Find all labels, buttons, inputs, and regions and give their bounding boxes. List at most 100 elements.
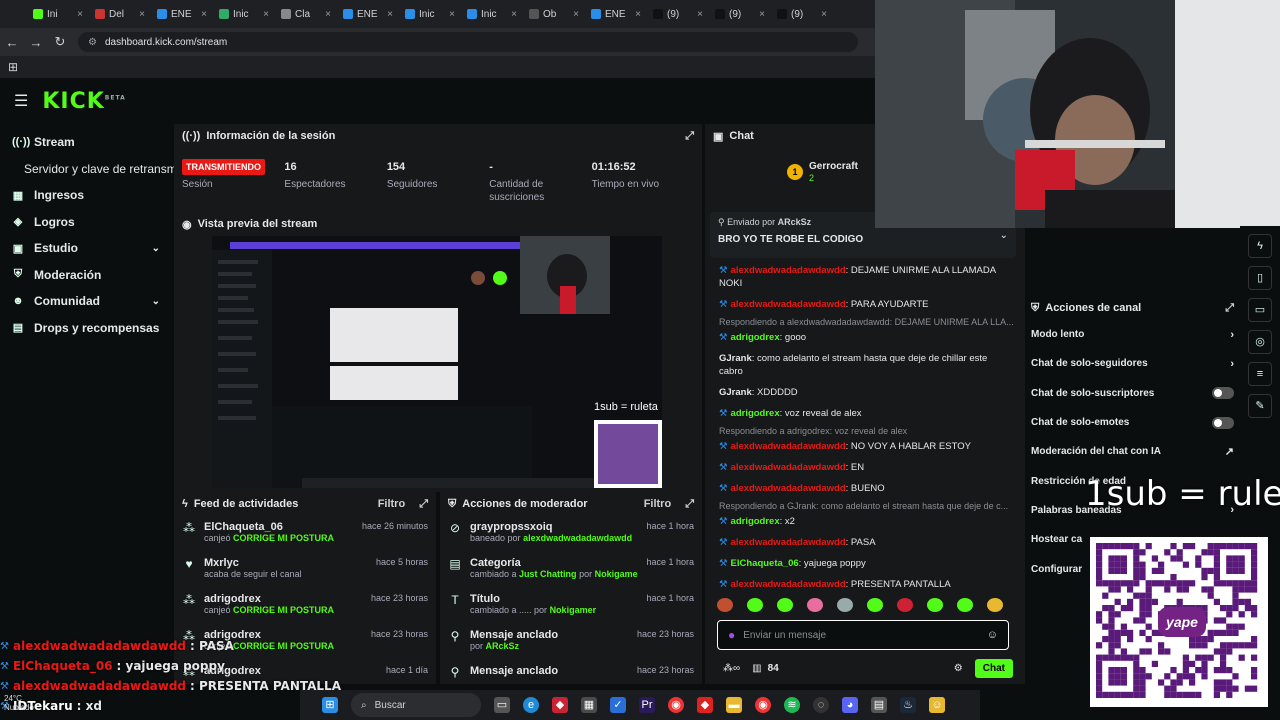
menu-icon[interactable]: ☰ (14, 91, 28, 111)
chat-username[interactable]: ElChaqueta_06 (731, 558, 799, 569)
emote-icon[interactable] (747, 598, 763, 612)
chat-username[interactable]: adrigodrex (731, 516, 780, 527)
windows-start-icon[interactable]: ⊞ (322, 697, 338, 713)
channel-action-row[interactable]: Moderación del chat con IA ↗ (1025, 437, 1240, 466)
sidebar-item[interactable]: ☻ Comunidad ⌄ (0, 288, 172, 315)
browser-tab[interactable]: (9) × (648, 3, 708, 25)
sidebar-item[interactable]: ◈ Logros (0, 209, 172, 236)
feed-user[interactable]: Mxrlyc (204, 557, 368, 569)
discord-icon[interactable]: ◕ (842, 697, 858, 713)
close-icon[interactable]: × (821, 9, 827, 20)
mod-row[interactable]: ⚲ Mensaje anclado por ARckSz hace 23 horas (440, 624, 702, 660)
chat-username[interactable]: alexdwadwadadawdawdd (731, 483, 846, 494)
store-icon[interactable]: ▦ (581, 697, 597, 713)
url-field[interactable]: ⚙ dashboard.kick.com/stream (78, 32, 858, 52)
close-icon[interactable]: × (139, 9, 145, 20)
browser-tab[interactable]: Ob × (524, 3, 584, 25)
app-icon[interactable]: ◆ (552, 697, 568, 713)
mod-row-user[interactable]: ARckSz (486, 641, 520, 651)
chat-username[interactable]: alexdwadwadadawdawdd (731, 299, 846, 310)
sidebar-item[interactable]: ⛨ Moderación (0, 262, 172, 289)
browser-tab[interactable]: Inic × (214, 3, 274, 25)
sidebar-item[interactable]: ▣ Estudio ⌄ (0, 235, 172, 262)
close-icon[interactable]: × (635, 9, 641, 20)
sidebar-item[interactable]: Servidor y clave de retransmisión (0, 156, 201, 183)
feed-row[interactable]: ♥ Mxrlyc acaba de seguir el canal hace 5 h… (174, 552, 436, 588)
back-icon[interactable]: ← (0, 35, 24, 50)
obs-icon[interactable]: ◌ (813, 697, 829, 713)
users-icon[interactable]: ⁂∞ (723, 663, 740, 674)
chat-username[interactable]: alexdwadwadadawdawdd (731, 579, 846, 590)
emote-icon[interactable] (717, 598, 733, 612)
reply-context[interactable]: Respondiendo a alexdwadwadadawdawdd: DEJ… (705, 315, 1015, 327)
taskbar-search[interactable]: ⌕ Buscar (351, 693, 481, 717)
feed-row[interactable]: ⁂ ElChaqueta_06 canjeó CORRIGE MI POSTURA h… (174, 516, 436, 552)
kick-logo[interactable]: KICKBETA (42, 89, 125, 114)
emote-icon[interactable] (807, 598, 823, 612)
mod-row-user[interactable]: Nokigamer (595, 569, 639, 579)
browser-tab[interactable]: (9) × (710, 3, 770, 25)
browser-tab[interactable]: Inic × (462, 3, 522, 25)
chat-username[interactable]: alexdwadwadadawdawdd (731, 537, 846, 548)
reload-icon[interactable]: ↻ (48, 34, 72, 50)
toggle-switch[interactable] (1212, 416, 1234, 429)
spotify-icon[interactable]: ≋ (784, 697, 800, 713)
apps-icon[interactable]: ⊞ (8, 60, 18, 74)
stream-preview-video[interactable]: 1sub = ruleta (212, 236, 662, 488)
close-icon[interactable]: × (449, 9, 455, 20)
close-icon[interactable]: × (573, 9, 579, 20)
edge-icon[interactable]: e (523, 697, 539, 713)
chat-input[interactable]: ● Enviar un mensaje ☺ (717, 620, 1009, 650)
weather-widget[interactable]: 24°C Nublado (4, 694, 34, 712)
document-icon[interactable]: ▯ (1248, 266, 1272, 290)
chat-username[interactable]: adrigodrex (731, 408, 780, 419)
reply-context[interactable]: Respondiendo a GJrank: como adelanto el … (705, 499, 1015, 511)
channel-action-row[interactable]: Chat de solo-emotes (1025, 408, 1240, 437)
channel-action-row[interactable]: Chat de solo-seguidores › (1025, 349, 1240, 378)
emote-icon[interactable] (837, 598, 853, 612)
browser-tab[interactable]: ENE × (586, 3, 646, 25)
feed-row[interactable]: ⁂ adrigodrex canjeó CORRIGE MI POSTURA hace… (174, 588, 436, 624)
chrome-icon[interactable]: ◉ (668, 697, 684, 713)
task-view-icon[interactable]: ▭ (494, 697, 510, 713)
emote-icon[interactable] (897, 598, 913, 612)
external-link-icon[interactable]: ↗ (1225, 445, 1234, 458)
browser-tab[interactable]: Ini × (28, 3, 88, 25)
chat-username[interactable]: GJrank (719, 353, 752, 364)
close-icon[interactable]: × (201, 9, 207, 20)
mod-row-user[interactable]: Just Chatting (519, 569, 577, 579)
toggle-switch[interactable] (1212, 387, 1234, 400)
emote-icon[interactable] (777, 598, 793, 612)
sidebar-item[interactable]: ▤ Drops y recompensas (0, 315, 172, 342)
emote-icon[interactable] (957, 598, 973, 612)
emote-icon[interactable] (927, 598, 943, 612)
mod-row[interactable]: T Título cambiado a ..... por Nokigamer hac… (440, 588, 702, 624)
filter-button[interactable]: Filtro (644, 498, 672, 510)
chevron-right-icon[interactable]: › (1230, 358, 1234, 370)
browser-tab[interactable]: Del × (90, 3, 150, 25)
close-icon[interactable]: × (325, 9, 331, 20)
expand-icon[interactable]: ⤢ (419, 498, 428, 511)
browser-tab[interactable]: ENE × (338, 3, 398, 25)
sidebar-item[interactable]: ((·)) Stream (0, 129, 172, 156)
channel-action-row[interactable]: Chat de solo-suscriptores (1025, 379, 1240, 408)
close-icon[interactable]: × (77, 9, 83, 20)
channel-action-row[interactable]: Modo lento › (1025, 320, 1240, 349)
premiere-icon[interactable]: Pr (639, 697, 655, 713)
feed-user[interactable]: ElChaqueta_06 (204, 521, 354, 533)
forward-icon[interactable]: → (24, 35, 48, 50)
gift-icon[interactable]: ▥ (752, 663, 761, 674)
broadcast-icon[interactable]: ◎ (1248, 330, 1272, 354)
feed-user[interactable]: adrigodrex (204, 593, 363, 605)
send-chat-button[interactable]: Chat (974, 658, 1013, 678)
bolt-icon[interactable]: ϟ (1248, 234, 1272, 258)
gear-icon[interactable]: ⚙ (954, 663, 963, 674)
chat-username[interactable]: alexdwadwadadawdawdd (731, 462, 846, 473)
expand-icon[interactable]: ⤢ (1225, 302, 1234, 315)
chevron-down-icon[interactable]: ⌄ (152, 296, 160, 307)
check-icon[interactable]: ✓ (610, 697, 626, 713)
emoji-icon[interactable]: ☺ (987, 629, 998, 641)
list-icon[interactable]: ≡ (1248, 362, 1272, 386)
browser-tab[interactable]: Inic × (400, 3, 460, 25)
emote-icon[interactable] (867, 598, 883, 612)
